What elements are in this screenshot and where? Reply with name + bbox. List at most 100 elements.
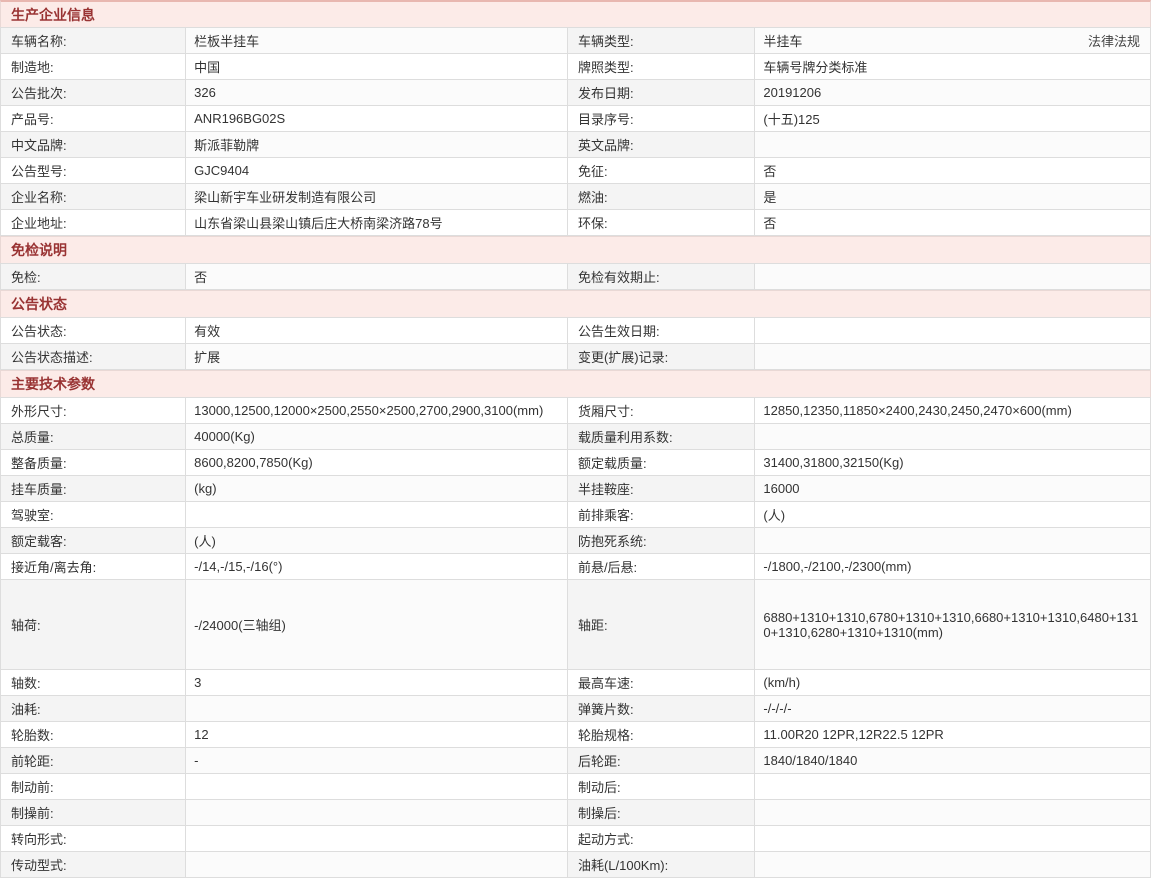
field-label: 车辆类型: xyxy=(567,28,754,54)
field-value: 31400,31800,32150(Kg) xyxy=(755,450,1151,476)
field-value: 326 xyxy=(186,80,568,106)
field-value xyxy=(755,424,1151,450)
table-row: 产品号:ANR196BG02S目录序号:(十五)125 xyxy=(1,106,1151,132)
field-label: 公告生效日期: xyxy=(567,318,754,344)
field-value-text: 半挂车 xyxy=(763,31,802,50)
field-value: -/24000(三轴组) xyxy=(186,580,568,670)
field-label: 英文品牌: xyxy=(567,132,754,158)
table-row: 轴数:3最高车速:(km/h) xyxy=(1,670,1151,696)
table-row: 额定载客:(人)防抱死系统: xyxy=(1,528,1151,554)
field-label: 变更(扩展)记录: xyxy=(567,344,754,370)
field-label: 弹簧片数: xyxy=(567,696,754,722)
field-label: 公告型号: xyxy=(1,158,186,184)
field-label: 接近角/离去角: xyxy=(1,554,186,580)
table-row: 企业名称:梁山新宇车业研发制造有限公司燃油:是 xyxy=(1,184,1151,210)
table-row: 总质量:40000(Kg)载质量利用系数: xyxy=(1,424,1151,450)
field-label: 轮胎数: xyxy=(1,722,186,748)
field-value: 车辆号牌分类标准 xyxy=(755,54,1151,80)
field-label: 油耗(L/100Km): xyxy=(567,852,754,878)
field-value xyxy=(755,774,1151,800)
field-label: 挂车质量: xyxy=(1,476,186,502)
section-header: 公告状态 xyxy=(0,290,1151,317)
table-row: 整备质量:8600,8200,7850(Kg)额定载质量:31400,31800… xyxy=(1,450,1151,476)
table-row: 外形尺寸:13000,12500,12000×2500,2550×2500,27… xyxy=(1,398,1151,424)
table-row: 转向形式: 起动方式: xyxy=(1,826,1151,852)
field-value: (kg) xyxy=(186,476,568,502)
field-value: (km/h) xyxy=(755,670,1151,696)
field-value: 13000,12500,12000×2500,2550×2500,2700,29… xyxy=(186,398,568,424)
field-value xyxy=(755,826,1151,852)
field-value: 11.00R20 12PR,12R22.5 12PR xyxy=(755,722,1151,748)
field-label: 前排乘客: xyxy=(567,502,754,528)
field-label: 后轮距: xyxy=(567,748,754,774)
field-label: 目录序号: xyxy=(567,106,754,132)
field-value: 有效 xyxy=(186,318,568,344)
field-label: 最高车速: xyxy=(567,670,754,696)
field-label: 环保: xyxy=(567,210,754,236)
field-label: 前轮距: xyxy=(1,748,186,774)
table-row: 车辆名称:栏板半挂车车辆类型:半挂车法律法规 xyxy=(1,28,1151,54)
field-value xyxy=(755,800,1151,826)
field-label: 总质量: xyxy=(1,424,186,450)
field-label: 免检有效期止: xyxy=(567,264,754,290)
field-label: 轮胎规格: xyxy=(567,722,754,748)
field-label: 传动型式: xyxy=(1,852,186,878)
field-value xyxy=(755,528,1151,554)
table-row: 公告状态:有效公告生效日期: xyxy=(1,318,1151,344)
field-label: 转向形式: xyxy=(1,826,186,852)
field-label: 产品号: xyxy=(1,106,186,132)
table-row: 轴荷:-/24000(三轴组)轴距:6880+1310+1310,6780+13… xyxy=(1,580,1151,670)
section-header: 免检说明 xyxy=(0,236,1151,263)
table-row: 接近角/离去角:-/14,-/15,-/16(°)前悬/后悬:-/1800,-/… xyxy=(1,554,1151,580)
field-label: 起动方式: xyxy=(567,826,754,852)
field-value: -/14,-/15,-/16(°) xyxy=(186,554,568,580)
field-label: 油耗: xyxy=(1,696,186,722)
field-value: 40000(Kg) xyxy=(186,424,568,450)
field-label: 前悬/后悬: xyxy=(567,554,754,580)
field-value: (十五)125 xyxy=(755,106,1151,132)
table-row: 前轮距:-后轮距:1840/1840/1840 xyxy=(1,748,1151,774)
field-value xyxy=(186,826,568,852)
vehicle-info-page: 生产企业信息车辆名称:栏板半挂车车辆类型:半挂车法律法规制造地:中国牌照类型:车… xyxy=(0,0,1151,878)
table-row: 传动型式: 油耗(L/100Km): xyxy=(1,852,1151,878)
table-row: 制造地:中国牌照类型:车辆号牌分类标准 xyxy=(1,54,1151,80)
field-value xyxy=(755,264,1151,290)
field-label: 公告状态描述: xyxy=(1,344,186,370)
field-label: 公告状态: xyxy=(1,318,186,344)
field-label: 外形尺寸: xyxy=(1,398,186,424)
field-label: 半挂鞍座: xyxy=(567,476,754,502)
table-row: 油耗:弹簧片数:-/-/-/- xyxy=(1,696,1151,722)
field-label: 中文品牌: xyxy=(1,132,186,158)
section-table: 外形尺寸:13000,12500,12000×2500,2550×2500,27… xyxy=(0,397,1151,878)
field-value: - xyxy=(186,748,568,774)
field-value: 否 xyxy=(755,158,1151,184)
field-value: 否 xyxy=(755,210,1151,236)
field-value: 16000 xyxy=(755,476,1151,502)
field-value: 扩展 xyxy=(186,344,568,370)
table-row: 企业地址:山东省梁山县梁山镇后庄大桥南梁济路78号环保:否 xyxy=(1,210,1151,236)
field-value: 12850,12350,11850×2400,2430,2450,2470×60… xyxy=(755,398,1151,424)
field-label: 企业地址: xyxy=(1,210,186,236)
field-label: 轴数: xyxy=(1,670,186,696)
table-row: 制动前:制动后: xyxy=(1,774,1151,800)
field-label: 整备质量: xyxy=(1,450,186,476)
table-row: 轮胎数:12轮胎规格:11.00R20 12PR,12R22.5 12PR xyxy=(1,722,1151,748)
field-label: 公告批次: xyxy=(1,80,186,106)
field-value: GJC9404 xyxy=(186,158,568,184)
field-value: (人) xyxy=(755,502,1151,528)
field-value: -/1800,-/2100,-/2300(mm) xyxy=(755,554,1151,580)
field-value xyxy=(755,344,1151,370)
legal-link[interactable]: 法律法规 xyxy=(1088,31,1142,50)
field-label: 额定载客: xyxy=(1,528,186,554)
field-label: 燃油: xyxy=(567,184,754,210)
field-value: ANR196BG02S xyxy=(186,106,568,132)
table-row: 公告批次:326发布日期:20191206 xyxy=(1,80,1151,106)
field-label: 轴荷: xyxy=(1,580,186,670)
table-row: 挂车质量:(kg)半挂鞍座:16000 xyxy=(1,476,1151,502)
table-row: 制操前:制操后: xyxy=(1,800,1151,826)
field-label: 驾驶室: xyxy=(1,502,186,528)
field-value xyxy=(186,800,568,826)
field-label: 制操前: xyxy=(1,800,186,826)
field-label: 车辆名称: xyxy=(1,28,186,54)
table-row: 公告型号:GJC9404免征:否 xyxy=(1,158,1151,184)
